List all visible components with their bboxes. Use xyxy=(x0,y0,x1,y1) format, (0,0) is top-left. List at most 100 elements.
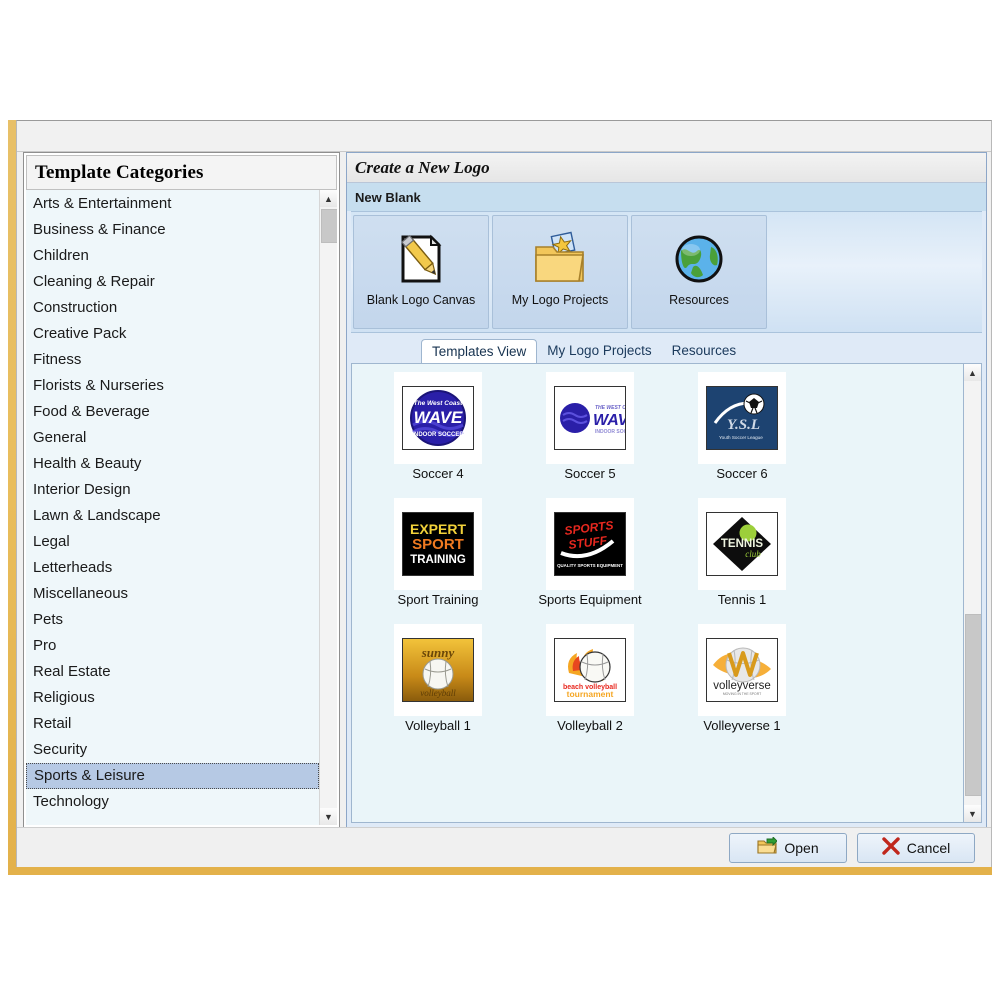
templates-grid[interactable]: The West Coast WAVE INDOOR SOCCER Soccer… xyxy=(352,364,963,822)
template-thumbnail[interactable]: volleyverse MOVING IN THE SPORT xyxy=(698,624,786,716)
svg-text:EXPERT: EXPERT xyxy=(410,521,466,537)
main-title-bar: Create a New Logo xyxy=(347,153,986,183)
svg-text:SPORT: SPORT xyxy=(412,536,464,553)
category-item[interactable]: Business & Finance xyxy=(26,217,319,243)
tab-resources[interactable]: Resources xyxy=(662,339,747,363)
template-caption: Sports Equipment xyxy=(538,592,641,607)
template-item[interactable]: volleyverse MOVING IN THE SPORT Volleyve… xyxy=(666,624,818,750)
blank-logo-canvas-label: Blank Logo Canvas xyxy=(367,293,475,307)
template-thumbnail[interactable]: SPORTS STUFF QUALITY SPORTS EQUIPMENT xyxy=(546,498,634,590)
svg-text:TRAINING: TRAINING xyxy=(410,554,466,566)
svg-text:club: club xyxy=(745,549,761,559)
template-item[interactable]: beach volleyball tournament Volleyball 2 xyxy=(514,624,666,750)
category-item[interactable]: Security xyxy=(26,737,319,763)
template-thumbnail[interactable]: THE WEST COAST WAVE INDOOR SOCCER xyxy=(546,372,634,464)
blank-logo-canvas-button[interactable]: Blank Logo Canvas xyxy=(353,215,489,329)
svg-text:WAVE: WAVE xyxy=(414,408,463,427)
tab-my-logo-projects[interactable]: My Logo Projects xyxy=(537,339,661,363)
category-item-selected[interactable]: Sports & Leisure xyxy=(26,763,319,789)
my-logo-projects-button[interactable]: My Logo Projects xyxy=(492,215,628,329)
template-thumbnail[interactable]: TENNIS club xyxy=(698,498,786,590)
template-caption: Tennis 1 xyxy=(718,592,766,607)
category-item[interactable]: Interior Design xyxy=(26,477,319,503)
category-item[interactable]: Fitness xyxy=(26,347,319,373)
svg-text:sunny: sunny xyxy=(421,645,455,660)
new-blank-section-label-row: New Blank xyxy=(347,183,986,211)
cancel-button-label: Cancel xyxy=(907,840,951,856)
template-categories-title: Template Categories xyxy=(35,162,203,184)
globe-icon xyxy=(671,228,727,290)
svg-text:tournament: tournament xyxy=(567,689,614,699)
templates-scroll-up-icon[interactable]: ▲ xyxy=(964,364,981,381)
template-caption: Volleyball 2 xyxy=(557,718,623,733)
template-caption: Volleyverse 1 xyxy=(703,718,780,733)
template-caption: Soccer 4 xyxy=(412,466,463,481)
template-caption: Volleyball 1 xyxy=(405,718,471,733)
category-item[interactable]: Creative Pack xyxy=(26,321,319,347)
category-item[interactable]: Letterheads xyxy=(26,555,319,581)
tab-templates-view[interactable]: Templates View xyxy=(421,339,537,363)
template-item[interactable]: SPORTS STUFF QUALITY SPORTS EQUIPMENT Sp… xyxy=(514,498,666,624)
template-caption: Soccer 5 xyxy=(564,466,615,481)
template-item[interactable]: Y.S.L Youth Soccer League Soccer 6 xyxy=(666,372,818,498)
resources-button[interactable]: Resources xyxy=(631,215,767,329)
category-item[interactable]: Pro xyxy=(26,633,319,659)
category-item[interactable]: Health & Beauty xyxy=(26,451,319,477)
categories-scrollbar-thumb[interactable] xyxy=(321,209,337,243)
category-item[interactable]: Retail xyxy=(26,711,319,737)
svg-text:INDOOR SOCCER: INDOOR SOCCER xyxy=(412,432,464,438)
templates-scrollbar-thumb[interactable] xyxy=(965,614,982,796)
svg-text:Y.S.L: Y.S.L xyxy=(727,417,760,433)
template-thumbnail[interactable]: EXPERT SPORT TRAINING xyxy=(394,498,482,590)
template-thumbnail[interactable]: Y.S.L Youth Soccer League xyxy=(698,372,786,464)
dialog-button-bar: Open Cancel xyxy=(17,827,991,867)
resources-label: Resources xyxy=(669,293,729,307)
categories-scroll-down-icon[interactable]: ▼ xyxy=(320,808,337,825)
open-button-label: Open xyxy=(784,840,818,856)
cancel-button[interactable]: Cancel xyxy=(857,833,975,863)
svg-text:INDOOR SOCCER: INDOOR SOCCER xyxy=(595,429,625,435)
new-blank-button-strip: Blank Logo Canvas My Logo Pro xyxy=(351,211,982,333)
svg-text:volleyball: volleyball xyxy=(420,688,456,698)
category-item[interactable]: Food & Beverage xyxy=(26,399,319,425)
template-categories-list[interactable]: Arts & EntertainmentBusiness & FinanceCh… xyxy=(26,190,319,825)
category-item[interactable]: Pets xyxy=(26,607,319,633)
templates-scroll-down-icon[interactable]: ▼ xyxy=(964,805,981,822)
view-tabs: Templates ViewMy Logo ProjectsResources xyxy=(347,333,986,363)
folder-star-icon xyxy=(531,228,589,290)
template-caption: Soccer 6 xyxy=(716,466,767,481)
open-button[interactable]: Open xyxy=(729,833,847,863)
template-item[interactable]: sunny volleyball Volleyball 1 xyxy=(362,624,514,750)
category-item[interactable]: Miscellaneous xyxy=(26,581,319,607)
template-item[interactable]: The West Coast WAVE INDOOR SOCCER Soccer… xyxy=(362,372,514,498)
category-item[interactable]: Lawn & Landscape xyxy=(26,503,319,529)
template-categories-header: Template Categories xyxy=(26,155,337,190)
template-item[interactable]: TENNIS club Tennis 1 xyxy=(666,498,818,624)
template-thumbnail[interactable]: sunny volleyball xyxy=(394,624,482,716)
svg-text:WAVE: WAVE xyxy=(593,412,625,429)
my-logo-projects-label: My Logo Projects xyxy=(512,293,609,307)
category-item[interactable]: Real Estate xyxy=(26,659,319,685)
category-item[interactable]: Religious xyxy=(26,685,319,711)
template-thumbnail[interactable]: beach volleyball tournament xyxy=(546,624,634,716)
template-item[interactable]: THE WEST COAST WAVE INDOOR SOCCER Soccer… xyxy=(514,372,666,498)
template-thumbnail[interactable]: The West Coast WAVE INDOOR SOCCER xyxy=(394,372,482,464)
x-icon xyxy=(882,837,900,858)
category-item[interactable]: Legal xyxy=(26,529,319,555)
categories-scroll-up-icon[interactable]: ▲ xyxy=(320,190,337,207)
category-item[interactable]: Technology xyxy=(26,789,319,815)
new-blank-label: New Blank xyxy=(355,190,421,205)
category-item[interactable]: Construction xyxy=(26,295,319,321)
dialog-window: Template Categories Arts & Entertainment… xyxy=(16,120,992,867)
category-item[interactable]: Children xyxy=(26,243,319,269)
category-item[interactable]: Cleaning & Repair xyxy=(26,269,319,295)
template-categories-panel: Template Categories Arts & Entertainment… xyxy=(23,152,340,828)
categories-scrollbar[interactable]: ▲ ▼ xyxy=(319,190,337,825)
template-categories-listwrap: Arts & EntertainmentBusiness & FinanceCh… xyxy=(26,190,337,825)
create-new-logo-panel: Create a New Logo New Blank xyxy=(346,152,987,828)
template-item[interactable]: EXPERT SPORT TRAINING Sport Training xyxy=(362,498,514,624)
category-item[interactable]: Arts & Entertainment xyxy=(26,191,319,217)
templates-scrollbar[interactable]: ▲ ▼ xyxy=(963,364,981,822)
category-item[interactable]: General xyxy=(26,425,319,451)
category-item[interactable]: Florists & Nurseries xyxy=(26,373,319,399)
